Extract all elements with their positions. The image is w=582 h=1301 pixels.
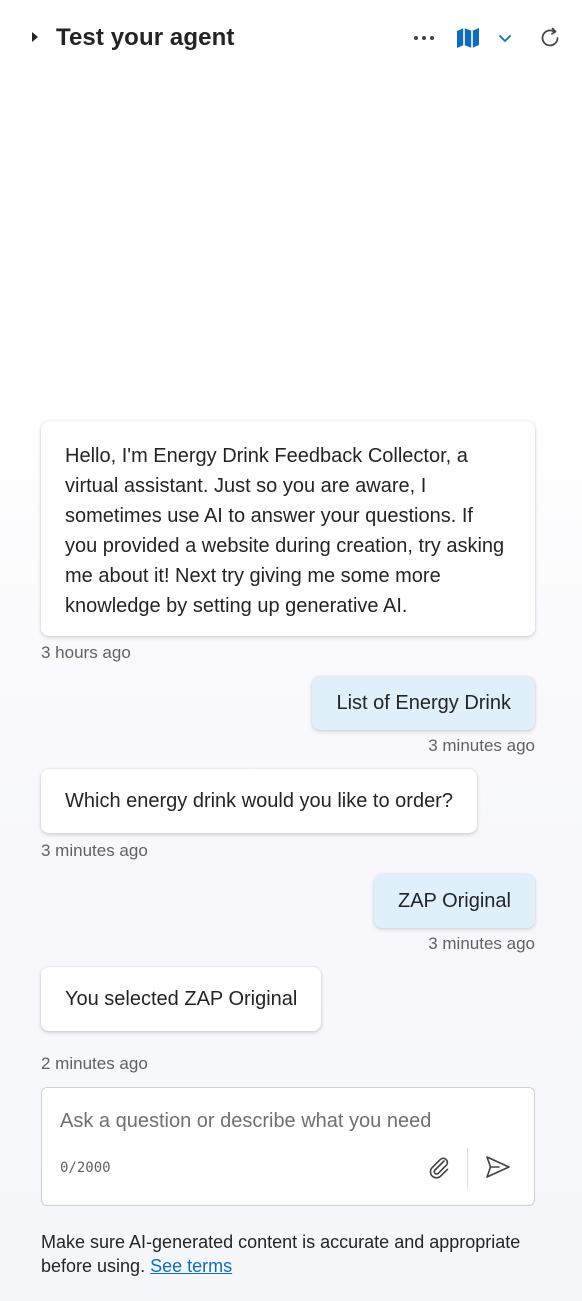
- user-message-text: ZAP Original: [397, 890, 511, 912]
- user-message-text: List of Energy Drink: [336, 692, 511, 714]
- send-icon: [486, 1156, 510, 1178]
- attach-button[interactable]: [422, 1150, 456, 1184]
- map-dropdown-button[interactable]: [489, 22, 521, 54]
- user-message: List of Energy Drink: [312, 676, 535, 730]
- paperclip-icon: [429, 1157, 449, 1179]
- bot-message: Which energy drink would you like to ord…: [41, 769, 477, 833]
- message-timestamp: 3 minutes ago: [41, 841, 148, 860]
- bot-message-text: You selected ZAP Original: [65, 988, 298, 1010]
- character-counter: 0/2000: [60, 1160, 111, 1176]
- message-input[interactable]: [60, 1110, 500, 1133]
- bot-message: Hello, I'm Energy Drink Feedback Collect…: [41, 421, 535, 636]
- message-timestamp: 2 minutes ago: [41, 1054, 148, 1073]
- message-timestamp: 3 hours ago: [41, 643, 131, 662]
- composer-divider: [467, 1148, 468, 1190]
- map-button[interactable]: [452, 22, 484, 54]
- bot-message-text: Hello, I'm Energy Drink Feedback Collect…: [65, 445, 505, 617]
- more-options-button[interactable]: [408, 22, 440, 54]
- disclaimer-text: Make sure AI-generated content is accura…: [41, 1232, 521, 1276]
- header: Test your agent: [0, 0, 582, 76]
- page-title: Test your agent: [56, 24, 235, 51]
- bot-message-text: Which energy drink would you like to ord…: [65, 790, 453, 812]
- see-terms-link[interactable]: See terms: [150, 1256, 232, 1276]
- send-button[interactable]: [480, 1150, 516, 1184]
- caret-right-icon[interactable]: [29, 28, 41, 46]
- message-composer: 0/2000: [41, 1087, 535, 1206]
- refresh-button[interactable]: [534, 22, 566, 54]
- map-icon: [457, 28, 479, 48]
- user-message: ZAP Original: [373, 874, 535, 928]
- message-timestamp: 3 minutes ago: [428, 736, 535, 755]
- bot-message: You selected ZAP Original: [41, 967, 322, 1031]
- disclaimer: Make sure AI-generated content is accura…: [41, 1230, 541, 1278]
- refresh-icon: [541, 27, 559, 47]
- chevron-down-icon: [499, 34, 511, 42]
- message-timestamp: 3 minutes ago: [428, 934, 535, 953]
- more-horizontal-icon: [414, 36, 434, 40]
